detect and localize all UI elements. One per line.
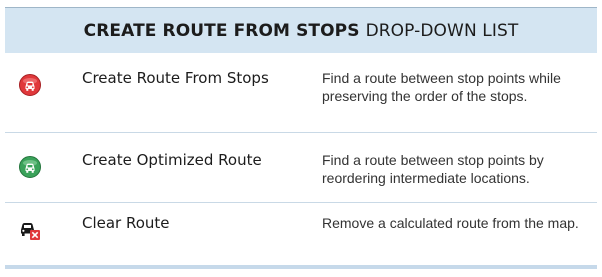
row-description: Remove a calculated route from the map. [322,215,579,231]
row-name: Clear Route [82,214,170,232]
optimized-route-icon [19,156,41,178]
row-description: Find a route between stop points while p… [322,70,561,104]
header-title-rest: DROP-DOWN LIST [365,20,519,41]
create-route-icon [19,74,41,96]
dropdown-reference-table: CREATE ROUTE FROM STOPS DROP-DOWN LIST C… [5,7,597,274]
table-row: Clear Route Remove a calculated route fr… [5,203,597,265]
table-row: Create Route From Stops Find a route bet… [5,57,597,133]
header-title-bold: CREATE ROUTE FROM STOPS [83,20,360,41]
clear-route-icon [19,219,41,241]
row-description: Find a route between stop points by reor… [322,152,544,186]
row-name: Create Route From Stops [82,69,269,87]
bottom-divider [5,265,597,269]
row-name: Create Optimized Route [82,151,262,169]
table-header: CREATE ROUTE FROM STOPS DROP-DOWN LIST [5,7,597,53]
table-row: Create Optimized Route Find a route betw… [5,133,597,203]
